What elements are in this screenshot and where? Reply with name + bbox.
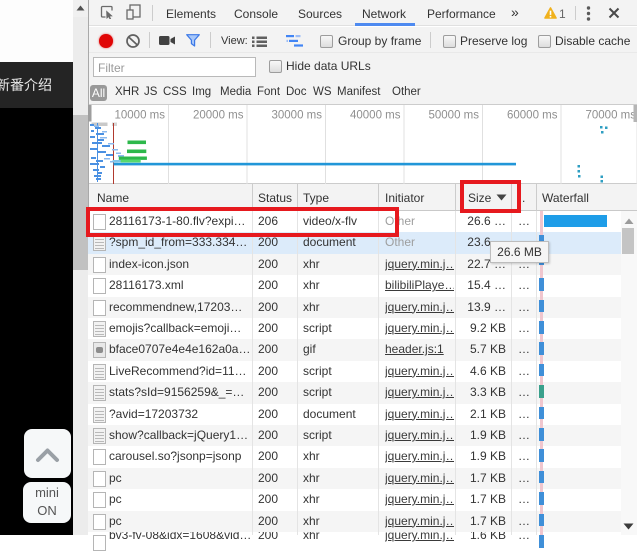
svg-text:40000 ms: 40000 ms: [350, 110, 401, 122]
svg-text:50000 ms: 50000 ms: [428, 110, 479, 122]
svg-text:60000 ms: 60000 ms: [507, 110, 558, 122]
svg-text:30000 ms: 30000 ms: [271, 110, 322, 122]
svg-text:70000 ms: 70000 ms: [585, 110, 636, 122]
svg-text:20000 ms: 20000 ms: [193, 110, 244, 122]
svg-text:10000 ms: 10000 ms: [114, 110, 165, 122]
